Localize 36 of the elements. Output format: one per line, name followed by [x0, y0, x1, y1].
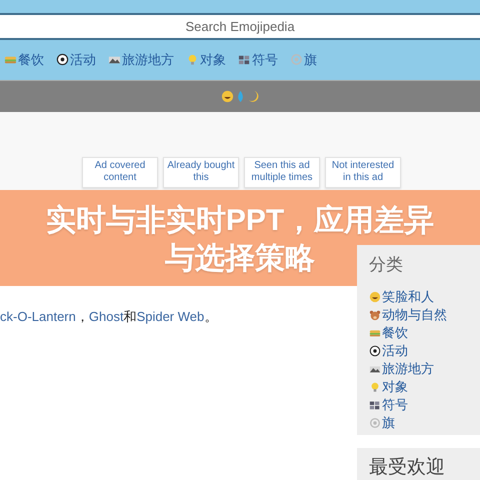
panel-heading: 分类: [369, 254, 404, 274]
category-link[interactable]: 动物与自然: [369, 306, 468, 324]
category-link[interactable]: 笑脸和人: [369, 288, 468, 306]
category-link[interactable]: 旗: [369, 414, 468, 432]
category-link[interactable]: 对象: [369, 378, 468, 396]
smiley-icon: [369, 290, 381, 302]
category-link[interactable]: 旅游地方: [369, 360, 468, 378]
feedback-button[interactable]: Not interested in this ad: [325, 156, 401, 188]
emoji-link[interactable]: ck-O-Lantern: [0, 308, 76, 324]
category-link[interactable]: 旅游地方: [108, 50, 174, 70]
moon-icon: [246, 90, 260, 102]
category-link[interactable]: 餐饮: [4, 50, 44, 70]
category-link[interactable]: 对象: [186, 50, 226, 70]
category-link[interactable]: 符号: [369, 396, 468, 414]
bear-icon: [369, 308, 381, 320]
emoji-link[interactable]: Ghost: [88, 308, 124, 324]
feedback-button[interactable]: Seen this ad multiple times: [244, 156, 320, 188]
feedback-button[interactable]: Ad covered content: [82, 156, 158, 188]
bulb-icon: [186, 53, 199, 66]
category-link[interactable]: 活动: [56, 50, 96, 70]
bulb-icon: [369, 380, 381, 392]
category-link[interactable]: 餐饮: [369, 324, 468, 342]
category-link[interactable]: 活动: [369, 342, 468, 360]
smiley-icon: [220, 90, 234, 102]
feedback-button[interactable]: Already bought this: [163, 156, 239, 188]
panel-heading: 最受欢迎: [369, 456, 446, 480]
category-link[interactable]: 符号: [238, 50, 278, 70]
banner-title: 实时与非实时PPT，应用差异: [46, 203, 434, 239]
sentence: ck-O-Lantern，Ghost和Spider Web。: [0, 308, 218, 326]
symbols-icon: [238, 53, 251, 66]
ball-icon: [369, 344, 381, 356]
banner-title: 与选择策略: [165, 241, 315, 277]
symbols-icon: [369, 398, 381, 410]
emoji-link[interactable]: Spider Web: [136, 308, 204, 324]
ball-icon: [56, 53, 69, 66]
category-link[interactable]: 旗: [290, 50, 317, 70]
